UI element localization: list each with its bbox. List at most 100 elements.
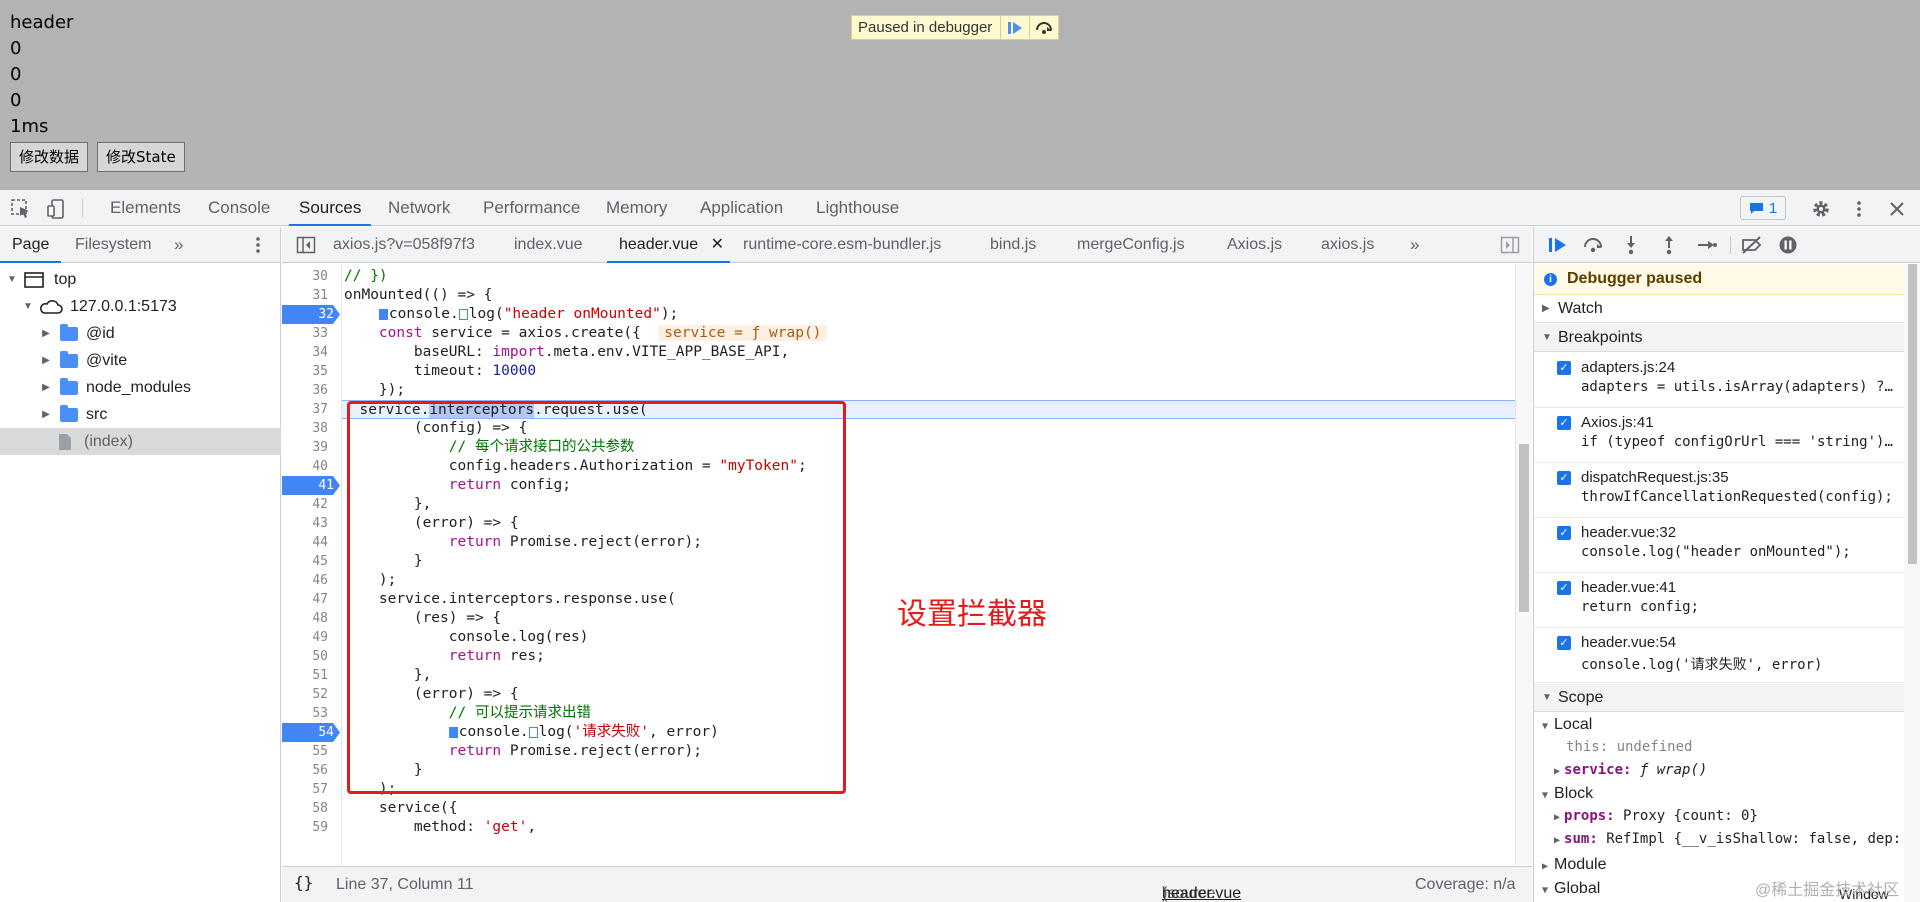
scrollbar-thumb[interactable]	[1908, 264, 1917, 564]
editor-tab[interactable]: axios.js?v=058f97f3	[333, 227, 475, 263]
scrollbar-thumb[interactable]	[1519, 444, 1529, 612]
issues-counter[interactable]: 1	[1740, 196, 1786, 220]
line-number[interactable]: 34	[282, 343, 334, 362]
breakpoint-line-number[interactable]: 32	[282, 305, 340, 324]
tab-performance[interactable]: Performance	[483, 190, 580, 226]
line-number[interactable]: 45	[282, 552, 334, 571]
editor-tab[interactable]: runtime-core.esm-bundler.js	[743, 227, 941, 263]
scope-variable[interactable]: ▶ service: ƒ wrap()	[1554, 759, 1707, 782]
editor-tab[interactable]: bind.js	[990, 227, 1036, 263]
breakpoint-checkbox[interactable]: ✓	[1557, 526, 1571, 540]
line-number[interactable]: 52	[282, 685, 334, 704]
tree-item-folder[interactable]: ▶ @id	[0, 320, 281, 347]
close-tab-icon[interactable]: ✕	[711, 236, 724, 253]
scope-block-header[interactable]: ▼ Block	[1542, 782, 1593, 805]
breakpoint-item[interactable]: ✓ header.vue:32 console.log("header onMo…	[1534, 518, 1904, 573]
source-mapped-link[interactable]: header.vue	[1162, 885, 1241, 902]
breakpoint-checkbox[interactable]: ✓	[1557, 416, 1571, 430]
pause-on-exceptions-icon[interactable]	[1778, 235, 1800, 255]
line-number-gutter[interactable]: 30 31 32 33 34 35 36 37 38 39 40 41 42 43 44 45 46 47 48 49…	[282, 264, 342, 865]
scope-local-header[interactable]: ▼ Local	[1542, 713, 1592, 736]
tab-page[interactable]: Page	[0, 227, 62, 263]
resume-icon[interactable]	[1000, 16, 1029, 39]
breakpoint-line-number[interactable]: 54	[282, 723, 340, 742]
line-number[interactable]: 44	[282, 533, 334, 552]
breakpoint-checkbox[interactable]: ✓	[1557, 471, 1571, 485]
scope-global-header[interactable]: ▼ Global	[1542, 877, 1600, 900]
navigator-menu-icon[interactable]	[252, 233, 264, 260]
editor-tab[interactable]: mergeConfig.js	[1077, 227, 1185, 263]
scope-variable[interactable]: this: undefined	[1566, 736, 1692, 759]
modify-data-button[interactable]: 修改数据	[10, 142, 89, 172]
tab-sources[interactable]: Sources	[289, 190, 372, 226]
line-number[interactable]: 37	[282, 400, 334, 419]
tree-item-origin[interactable]: ▼ 127.0.0.1:5173	[0, 293, 281, 320]
line-number[interactable]: 56	[282, 761, 334, 780]
toggle-debugger-icon[interactable]	[1500, 235, 1520, 258]
breakpoint-marker-icon[interactable]	[378, 308, 388, 320]
scope-section-header[interactable]: ▼ Scope	[1534, 684, 1904, 712]
device-toolbar-icon[interactable]	[46, 198, 68, 220]
tab-application[interactable]: Application	[700, 190, 783, 226]
line-number[interactable]: 58	[282, 799, 334, 818]
tree-item-file[interactable]: (index)	[0, 428, 281, 455]
tab-network[interactable]: Network	[388, 190, 450, 226]
editor-scrollbar[interactable]	[1515, 264, 1532, 865]
step-icon[interactable]	[1696, 235, 1718, 255]
line-number[interactable]: 36	[282, 381, 334, 400]
modify-state-button[interactable]: 修改State	[97, 142, 185, 172]
tab-console[interactable]: Console	[208, 190, 270, 226]
line-number[interactable]: 46	[282, 571, 334, 590]
line-number[interactable]: 42	[282, 495, 334, 514]
deactivate-breakpoints-icon[interactable]	[1740, 235, 1762, 255]
pretty-print-icon[interactable]: {}	[294, 873, 313, 892]
step-over-icon[interactable]	[1029, 16, 1058, 39]
line-number[interactable]: 33	[282, 324, 334, 343]
line-number[interactable]: 40	[282, 457, 334, 476]
more-options-icon[interactable]	[1848, 198, 1870, 220]
step-into-icon[interactable]	[1620, 235, 1642, 255]
resume-icon[interactable]	[1546, 235, 1568, 255]
tab-filesystem[interactable]: Filesystem	[75, 227, 151, 263]
breakpoint-line-number[interactable]: 41	[282, 476, 340, 495]
scope-variable[interactable]: ▶ props: Proxy {count: 0}	[1554, 805, 1758, 828]
breakpoint-item[interactable]: ✓ header.vue:41 return config;	[1534, 573, 1904, 628]
line-number[interactable]: 48	[282, 609, 334, 628]
line-number[interactable]: 50	[282, 647, 334, 666]
breakpoint-checkbox[interactable]: ✓	[1557, 361, 1571, 375]
line-number[interactable]: 38	[282, 419, 334, 438]
line-number[interactable]: 39	[282, 438, 334, 457]
line-number[interactable]: 53	[282, 704, 334, 723]
watch-section-header[interactable]: ▶ Watch	[1534, 295, 1904, 323]
scope-module-header[interactable]: ▶ Module	[1542, 853, 1607, 876]
line-number[interactable]: 49	[282, 628, 334, 647]
line-number[interactable]: 51	[282, 666, 334, 685]
line-number[interactable]: 30	[282, 267, 334, 286]
breakpoints-section-header[interactable]: ▼ Breakpoints	[1534, 324, 1904, 352]
editor-tab[interactable]: Axios.js	[1227, 227, 1282, 263]
line-number[interactable]: 55	[282, 742, 334, 761]
editor-tab[interactable]: index.vue	[514, 227, 583, 263]
more-tabs-chevron-icon[interactable]: »	[174, 235, 183, 255]
toggle-navigator-icon[interactable]	[296, 235, 316, 258]
tab-lighthouse[interactable]: Lighthouse	[816, 190, 899, 226]
step-out-icon[interactable]	[1658, 235, 1680, 255]
breakpoint-checkbox[interactable]: ✓	[1557, 636, 1571, 650]
line-number[interactable]: 35	[282, 362, 334, 381]
tree-item-top[interactable]: ▼ top	[0, 266, 281, 293]
inspect-element-icon[interactable]	[10, 198, 32, 220]
tree-item-folder[interactable]: ▶ src	[0, 401, 281, 428]
breakpoint-item[interactable]: ✓ header.vue:54 console.log('请求失败', erro…	[1534, 628, 1904, 683]
scope-variable[interactable]: ▶ sum: RefImpl {__v_isShallow: false, dep…	[1554, 828, 1899, 851]
breakpoint-item[interactable]: ✓ adapters.js:24 adapters = utils.isArra…	[1534, 353, 1904, 408]
breakpoint-item[interactable]: ✓ dispatchRequest.js:35 throwIfCancellat…	[1534, 463, 1904, 518]
step-over-icon[interactable]	[1582, 235, 1604, 255]
line-number[interactable]: 59	[282, 818, 334, 837]
breakpoint-item[interactable]: ✓ Axios.js:41 if (typeof configOrUrl ===…	[1534, 408, 1904, 463]
more-tabs-chevron-icon[interactable]: »	[1410, 235, 1419, 255]
settings-gear-icon[interactable]	[1810, 198, 1832, 220]
tree-item-folder[interactable]: ▶ node_modules	[0, 374, 281, 401]
line-number[interactable]: 31	[282, 286, 334, 305]
sidebar-scrollbar[interactable]	[1904, 264, 1920, 902]
inline-breakpoint-icon[interactable]	[458, 308, 468, 320]
